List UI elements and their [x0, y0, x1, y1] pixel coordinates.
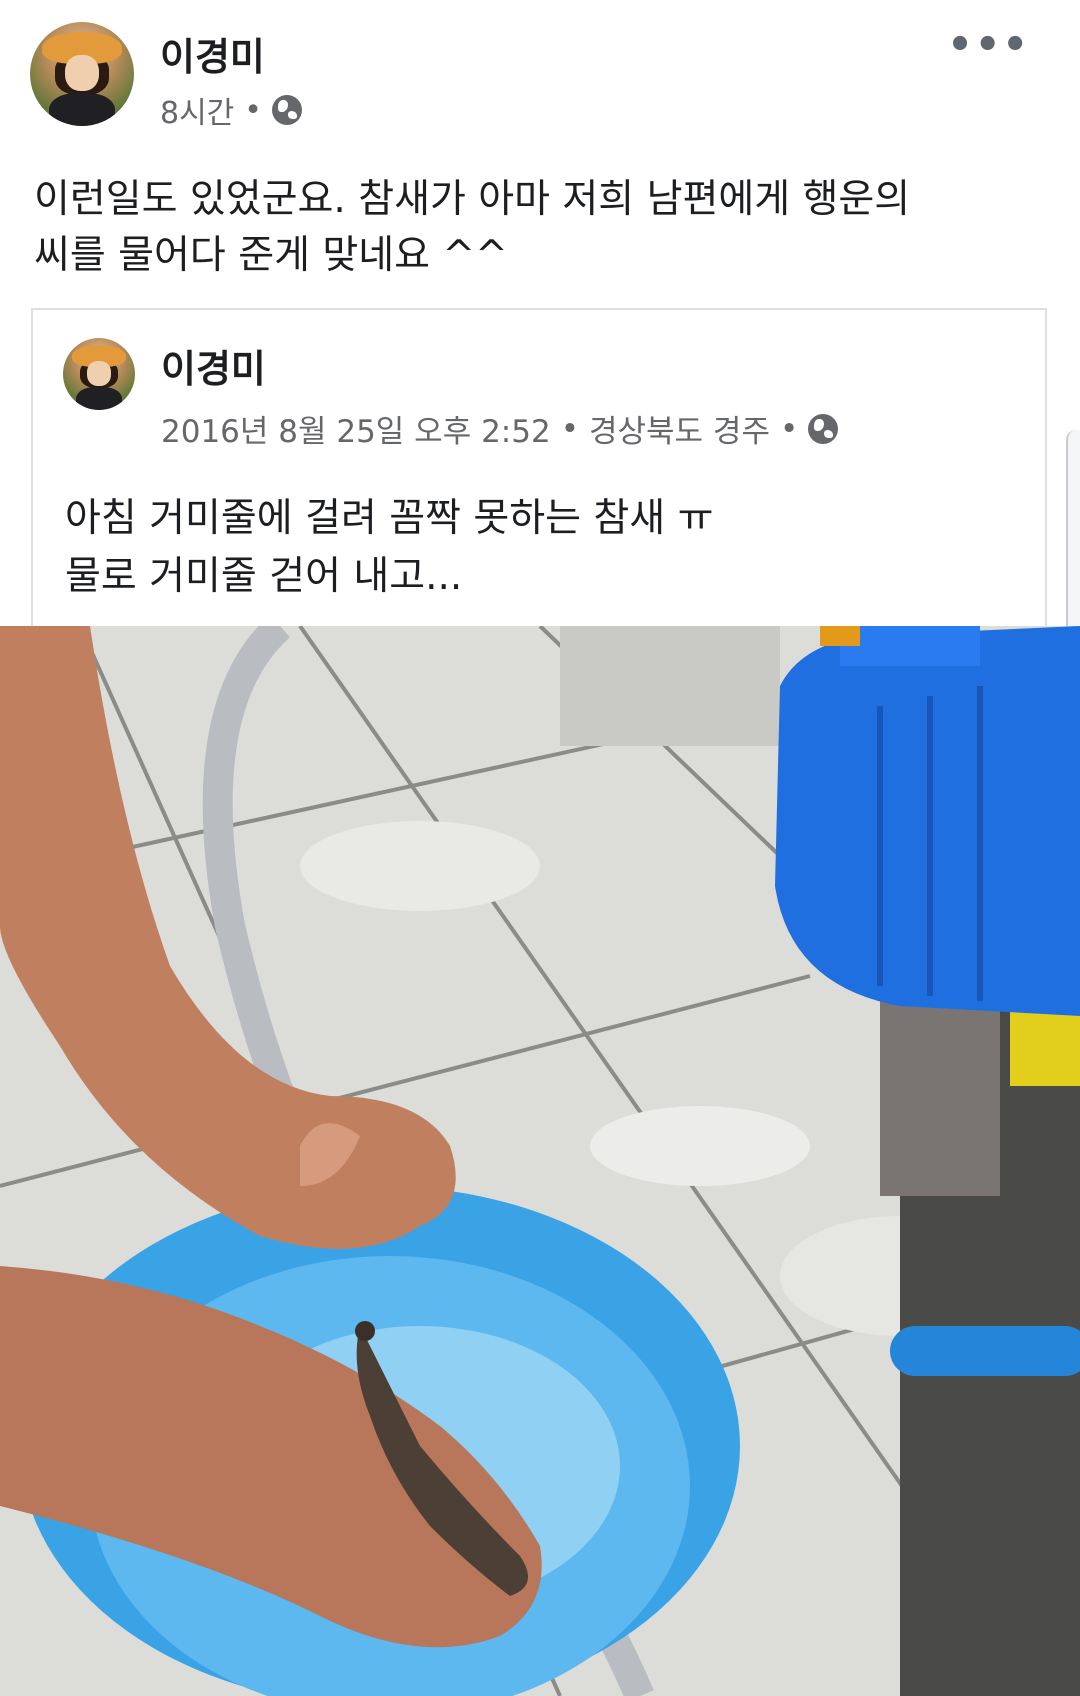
- shared-text-line: 아침 거미줄에 걸려 꼼짝 못하는 참새 ㅠ: [65, 496, 714, 541]
- shared-post-card[interactable]: 이경미 2016년 8월 25일 오후 2:52 • 경상북도 경주 • 아침 …: [31, 308, 1047, 628]
- avatar-body: [75, 386, 123, 410]
- shared-author-avatar[interactable]: [63, 338, 135, 410]
- post-text: 이런일도 있었군요. 참새가 아마 저희 남편에게 행운의 씨를 물어다 준게 …: [34, 172, 1044, 284]
- globe-icon[interactable]: [272, 95, 302, 125]
- globe-icon[interactable]: [808, 413, 839, 444]
- more-options-icon[interactable]: •••: [947, 25, 1030, 65]
- post-meta: 8시간 •: [160, 88, 302, 132]
- post-time[interactable]: 8시간: [160, 88, 234, 132]
- photo-illustration: [0, 626, 1080, 1696]
- meta-separator: •: [779, 410, 799, 447]
- post-text-line: 이런일도 있었군요. 참새가 아마 저희 남편에게 행운의: [34, 177, 911, 222]
- avatar-face: [87, 361, 111, 386]
- shared-post-location[interactable]: 경상북도 경주: [589, 406, 770, 451]
- shared-post-meta: 2016년 8월 25일 오후 2:52 • 경상북도 경주 •: [161, 406, 839, 451]
- shared-post-text: 아침 거미줄에 걸려 꼼짝 못하는 참새 ㅠ 물로 거미줄 걷어 내고...: [65, 490, 1025, 606]
- avatar-face: [65, 55, 99, 91]
- author-name[interactable]: 이경미: [160, 26, 265, 81]
- shared-post-date[interactable]: 2016년 8월 25일 오후 2:52: [161, 406, 551, 451]
- meta-separator: •: [560, 410, 579, 447]
- shared-text-line: 물로 거미줄 걷어 내고...: [65, 554, 463, 599]
- post-text-line: 씨를 물어다 준게 맞네요 ^^: [34, 233, 508, 278]
- meta-separator: •: [244, 92, 262, 128]
- avatar-body: [48, 92, 116, 126]
- author-avatar[interactable]: [30, 22, 134, 126]
- shared-author-name[interactable]: 이경미: [161, 338, 266, 393]
- post-photo[interactable]: [0, 626, 1080, 1696]
